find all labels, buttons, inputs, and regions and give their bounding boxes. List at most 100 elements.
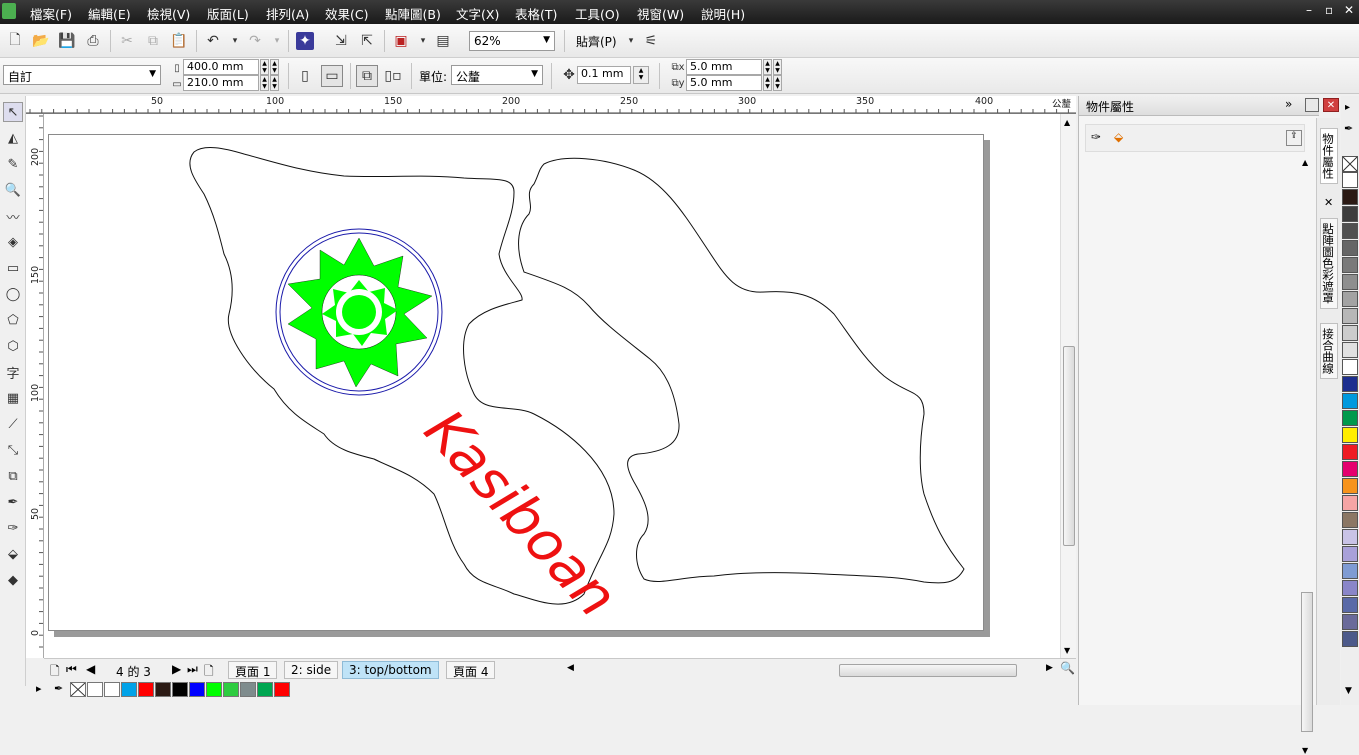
docker-tab-object-properties[interactable]: 物件屬性 bbox=[1320, 128, 1338, 184]
duplicate-y-spinner-2[interactable]: ▲ ▼ bbox=[773, 75, 782, 91]
doc-palette-swatch[interactable] bbox=[189, 682, 205, 697]
palette-swatch[interactable] bbox=[1342, 189, 1358, 205]
palette-swatch[interactable] bbox=[1342, 325, 1358, 341]
palette-swatch[interactable] bbox=[1342, 478, 1358, 494]
cut-icon[interactable]: ✂ bbox=[118, 32, 136, 50]
white-swatch[interactable] bbox=[87, 682, 103, 697]
next-page-icon[interactable]: ▶ bbox=[172, 662, 181, 676]
paste-icon[interactable]: 📋 bbox=[170, 32, 188, 50]
restore-icon[interactable]: ▫ bbox=[1325, 3, 1333, 17]
palette-swatch[interactable] bbox=[1342, 597, 1358, 613]
page-tab-2[interactable]: 2: side bbox=[284, 661, 339, 679]
first-page-icon[interactable]: ⏮ bbox=[66, 662, 77, 677]
table-tool-icon[interactable]: ▦ bbox=[3, 388, 23, 408]
palette-swatch[interactable] bbox=[1342, 580, 1358, 596]
palette-flyout-icon[interactable]: ▸ bbox=[1345, 102, 1350, 113]
minimize-icon[interactable]: – bbox=[1306, 3, 1312, 17]
outline-tool-icon[interactable]: ✑ bbox=[3, 518, 23, 538]
white-swatch-2[interactable] bbox=[104, 682, 120, 697]
rectangle-tool-icon[interactable]: ▭ bbox=[3, 258, 23, 278]
snap-to-menu[interactable]: 貼齊(P) bbox=[576, 33, 617, 50]
zoom-level-select[interactable]: 62% ▼ bbox=[469, 31, 555, 51]
palette-swatch[interactable] bbox=[1342, 410, 1358, 426]
redo-icon[interactable]: ↷ bbox=[246, 32, 264, 50]
new-document-icon[interactable]: 🗋 bbox=[6, 32, 24, 50]
outline-pen-icon[interactable]: ✑ bbox=[1091, 130, 1101, 144]
snap-dropdown-icon[interactable]: ▾ bbox=[622, 32, 640, 50]
scroll-left-icon[interactable]: ◀ bbox=[567, 663, 574, 673]
print-icon[interactable]: ⎙ bbox=[84, 32, 102, 50]
interactive-fill-tool-icon[interactable]: ◆ bbox=[3, 570, 23, 590]
nudge-spinner[interactable]: ▲ ▼ bbox=[633, 66, 649, 84]
duplicate-x-spinner[interactable]: ▲ ▼ bbox=[763, 59, 772, 75]
doc-palette-swatch[interactable] bbox=[240, 682, 256, 697]
menu-text[interactable]: 文字(X) bbox=[456, 4, 499, 23]
crop-tool-icon[interactable]: ✎ bbox=[3, 154, 23, 174]
horizontal-ruler[interactable]: 50 100 150 200 250 300 350 400 公釐 bbox=[26, 96, 1076, 114]
doc-palette-swatch[interactable] bbox=[121, 682, 137, 697]
shape-tool-icon[interactable]: ◭ bbox=[3, 128, 23, 148]
no-fill-swatch[interactable] bbox=[1342, 156, 1358, 172]
palette-swatch[interactable] bbox=[1342, 512, 1358, 528]
vertical-ruler[interactable]: 200 150 100 50 0 bbox=[26, 114, 44, 658]
palette-swatch[interactable] bbox=[1342, 274, 1358, 290]
doc-palette-swatch[interactable] bbox=[172, 682, 188, 697]
page-tab-4[interactable]: 頁面 4 bbox=[446, 661, 496, 679]
options-icon[interactable]: ⚟ bbox=[642, 32, 660, 50]
menu-tools[interactable]: 工具(O) bbox=[575, 4, 620, 23]
page-width-field[interactable]: 400.0 mm bbox=[183, 59, 259, 75]
duplicate-x-spinner-2[interactable]: ▲ ▼ bbox=[773, 59, 782, 75]
all-pages-icon[interactable]: ⧉ bbox=[356, 65, 378, 87]
docker-minimize-icon[interactable] bbox=[1305, 98, 1319, 112]
search-content-icon[interactable]: ✦ bbox=[296, 32, 314, 50]
open-folder-icon[interactable]: 📂 bbox=[32, 32, 50, 50]
palette-swatch[interactable] bbox=[1342, 444, 1358, 460]
previous-page-icon[interactable]: ◀ bbox=[86, 662, 95, 676]
palette-swatch[interactable] bbox=[1342, 495, 1358, 511]
menu-arrange[interactable]: 排列(A) bbox=[266, 4, 309, 23]
doc-palette-swatch[interactable] bbox=[257, 682, 273, 697]
docker-tab-join-curves[interactable]: 接合曲線 bbox=[1320, 323, 1338, 379]
zoom-tool-icon[interactable]: 🔍 bbox=[3, 180, 23, 200]
eyedropper-icon[interactable]: ✒ bbox=[54, 682, 63, 695]
page-width-spinner[interactable]: ▲ ▼ bbox=[260, 59, 269, 75]
menu-window[interactable]: 視窗(W) bbox=[637, 4, 684, 23]
pick-tool-icon[interactable]: ↖ bbox=[3, 102, 23, 122]
doc-palette-swatch[interactable] bbox=[155, 682, 171, 697]
scroll-up-icon[interactable]: ▲ bbox=[1064, 118, 1070, 127]
vertical-scrollbar[interactable]: ▲ ▼ bbox=[1060, 114, 1076, 658]
no-color-swatch[interactable] bbox=[70, 682, 86, 697]
palette-swatch[interactable] bbox=[1342, 461, 1358, 477]
page-size-preset-select[interactable]: 自訂 ▼ bbox=[3, 65, 161, 85]
menu-edit[interactable]: 編輯(E) bbox=[88, 4, 131, 23]
palette-swatch[interactable] bbox=[1342, 223, 1358, 239]
doc-palette-swatch[interactable] bbox=[223, 682, 239, 697]
undo-icon[interactable]: ↶ bbox=[204, 32, 222, 50]
redo-dropdown-icon[interactable]: ▾ bbox=[268, 32, 286, 50]
fill-bucket-icon[interactable]: ⬙ bbox=[1114, 130, 1123, 144]
publish-dropdown-icon[interactable]: ▾ bbox=[414, 32, 432, 50]
copy-icon[interactable]: ⧉ bbox=[144, 32, 162, 50]
undo-dropdown-icon[interactable]: ▾ bbox=[226, 32, 244, 50]
palette-swatch[interactable] bbox=[1342, 614, 1358, 630]
page-tab-3[interactable]: 3: top/bottom bbox=[342, 661, 439, 679]
palette-swatch[interactable] bbox=[1342, 631, 1358, 647]
palette-swatch[interactable] bbox=[1342, 206, 1358, 222]
page-height-spinner[interactable]: ▲ ▼ bbox=[260, 75, 269, 91]
docker-options-icon[interactable]: ⇪ bbox=[1286, 130, 1302, 146]
palette-eyedropper-icon[interactable]: ✒ bbox=[1344, 122, 1353, 135]
palette-swatch[interactable] bbox=[1342, 257, 1358, 273]
palette-swatch[interactable] bbox=[1342, 546, 1358, 562]
blend-tool-icon[interactable]: ⧉ bbox=[3, 466, 23, 486]
palette-swatch[interactable] bbox=[1342, 563, 1358, 579]
last-page-icon[interactable]: ⏭ bbox=[187, 662, 198, 677]
menu-effects[interactable]: 效果(C) bbox=[325, 4, 368, 23]
vertical-scroll-thumb[interactable] bbox=[1063, 346, 1075, 546]
landscape-icon[interactable]: ▭ bbox=[321, 65, 343, 87]
freehand-tool-icon[interactable]: 〰 bbox=[3, 206, 23, 226]
page-height-lock[interactable]: ▲ ▼ bbox=[270, 75, 279, 91]
drawing-canvas[interactable]: Kasiboan bbox=[44, 114, 1060, 658]
collapse-docker-icon[interactable]: » bbox=[1285, 97, 1292, 111]
palette-swatch[interactable] bbox=[1342, 308, 1358, 324]
menu-file[interactable]: 檔案(F) bbox=[30, 4, 72, 23]
